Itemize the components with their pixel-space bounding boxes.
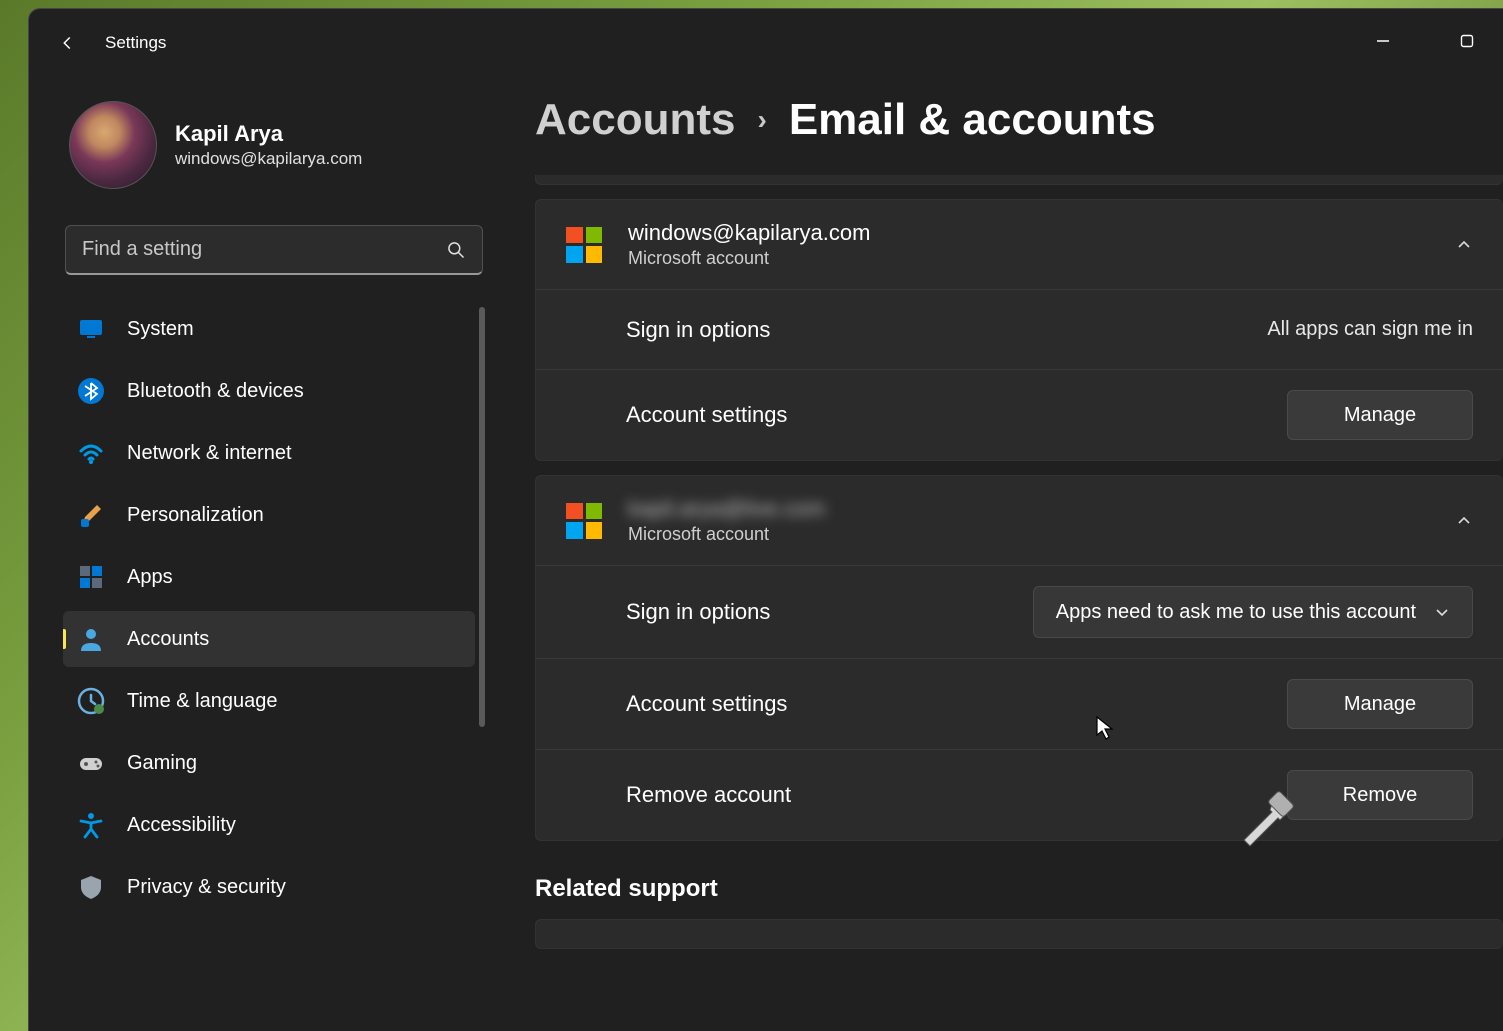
account-row-settings: Account settingsManage <box>536 658 1503 749</box>
account-row-settings: Account settingsManage <box>536 369 1503 460</box>
nav: System Bluetooth & devices Network & inter… <box>63 301 485 1021</box>
nav-scrollbar[interactable] <box>479 307 485 727</box>
titlebar: Settings <box>29 9 1503 77</box>
sidebar-item-bluetooth[interactable]: Bluetooth & devices <box>63 363 475 419</box>
brush-icon <box>77 501 105 529</box>
minimize-button[interactable] <box>1363 25 1403 57</box>
window-title: Settings <box>105 33 166 53</box>
minimize-icon <box>1376 34 1390 48</box>
sidebar-item-label: Time & language <box>127 690 277 713</box>
clock-icon <box>77 687 105 715</box>
sidebar-item-accounts[interactable]: Accounts <box>63 611 475 667</box>
arrow-left-icon <box>56 32 78 54</box>
row-label: Account settings <box>566 402 1287 428</box>
account-type: Microsoft account <box>628 248 1455 269</box>
sidebar-item-label: Accounts <box>127 628 209 651</box>
chevron-down-icon <box>1434 604 1450 620</box>
sidebar-item-system[interactable]: System <box>63 301 475 357</box>
account-row-remove: Remove accountRemove <box>536 749 1503 840</box>
sidebar-item-time[interactable]: Time & language <box>63 673 475 729</box>
account-header[interactable]: kapil.arya@live.com Microsoft account <box>536 476 1503 565</box>
sidebar-item-label: Gaming <box>127 752 197 775</box>
sidebar-item-label: Personalization <box>127 504 264 527</box>
related-support-panel[interactable] <box>535 919 1503 949</box>
account-row-signin-dd: Sign in optionsApps need to ask me to us… <box>536 565 1503 658</box>
remove-button[interactable]: Remove <box>1287 770 1473 820</box>
sidebar-item-network[interactable]: Network & internet <box>63 425 475 481</box>
sidebar-item-label: Bluetooth & devices <box>127 380 304 403</box>
gamepad-icon <box>77 749 105 777</box>
signin-dropdown[interactable]: Apps need to ask me to use this account <box>1033 586 1473 638</box>
apps-icon <box>77 563 105 591</box>
chevron-up-icon <box>1455 236 1473 254</box>
wifi-icon <box>77 439 105 467</box>
account-type: Microsoft account <box>628 524 1455 545</box>
window-controls <box>1363 25 1487 57</box>
sidebar-item-label: Apps <box>127 566 173 589</box>
monitor-icon <box>77 315 105 343</box>
sidebar-item-personalization[interactable]: Personalization <box>63 487 475 543</box>
settings-button[interactable]: Manage <box>1287 679 1473 729</box>
account-header[interactable]: windows@kapilarya.com Microsoft account <box>536 200 1503 289</box>
microsoft-logo-icon <box>566 503 602 539</box>
profile-block[interactable]: Kapil Arya windows@kapilarya.com <box>63 87 485 217</box>
search-box[interactable] <box>65 225 483 275</box>
account-email: windows@kapilarya.com <box>628 220 1455 246</box>
row-label: Sign in options <box>566 599 1033 625</box>
accessibility-icon <box>77 811 105 839</box>
signin-value: All apps can sign me in <box>1267 318 1473 341</box>
settings-window: Settings Kapil Arya windows@kapilarya.co… <box>28 8 1503 1031</box>
row-label: Sign in options <box>566 317 1267 343</box>
sidebar: Kapil Arya windows@kapilarya.com System B… <box>29 77 499 1031</box>
bluetooth-icon <box>77 377 105 405</box>
profile-email: windows@kapilarya.com <box>175 149 362 169</box>
main: Accounts › Email & accounts windows@kapi… <box>499 77 1503 1031</box>
content: Kapil Arya windows@kapilarya.com System B… <box>29 77 1503 1031</box>
shield-icon <box>77 873 105 901</box>
breadcrumb-parent[interactable]: Accounts <box>535 95 735 145</box>
sidebar-item-accessibility[interactable]: Accessibility <box>63 797 475 853</box>
search-input[interactable] <box>82 238 446 261</box>
sidebar-item-privacy[interactable]: Privacy & security <box>63 859 475 915</box>
profile-name: Kapil Arya <box>175 121 362 147</box>
microsoft-logo-icon <box>566 227 602 263</box>
maximize-button[interactable] <box>1447 25 1487 57</box>
account-email: kapil.arya@live.com <box>628 496 1455 522</box>
chevron-right-icon: › <box>757 104 766 136</box>
sidebar-item-gaming[interactable]: Gaming <box>63 735 475 791</box>
sidebar-item-label: System <box>127 318 194 341</box>
panel-sliver <box>535 175 1503 185</box>
breadcrumb: Accounts › Email & accounts <box>535 95 1503 145</box>
row-label: Account settings <box>566 691 1287 717</box>
maximize-icon <box>1460 34 1474 48</box>
sidebar-item-label: Accessibility <box>127 814 236 837</box>
sidebar-item-apps[interactable]: Apps <box>63 549 475 605</box>
account-panel: kapil.arya@live.com Microsoft account Si… <box>535 475 1503 841</box>
breadcrumb-current: Email & accounts <box>789 95 1156 145</box>
sidebar-item-label: Privacy & security <box>127 876 286 899</box>
avatar <box>69 101 157 189</box>
sidebar-item-label: Network & internet <box>127 442 292 465</box>
account-panel: windows@kapilarya.com Microsoft account … <box>535 199 1503 461</box>
search-icon <box>446 240 466 260</box>
back-button[interactable] <box>47 23 87 63</box>
row-label: Remove account <box>566 782 1287 808</box>
related-support-title: Related support <box>535 875 1503 903</box>
account-row-signin: Sign in optionsAll apps can sign me in <box>536 289 1503 369</box>
person-icon <box>77 625 105 653</box>
settings-button[interactable]: Manage <box>1287 390 1473 440</box>
chevron-up-icon <box>1455 512 1473 530</box>
